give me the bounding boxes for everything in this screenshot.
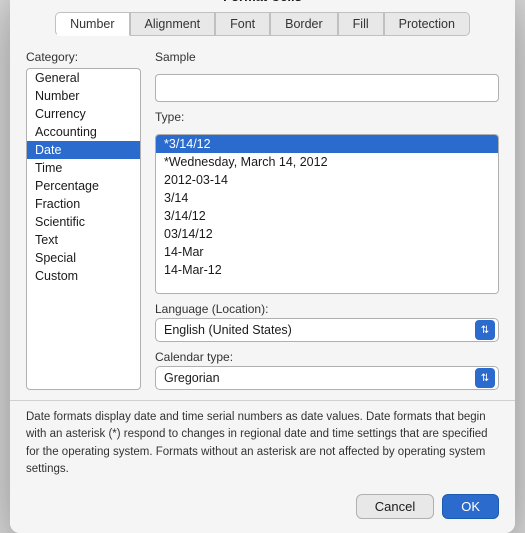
tab-font[interactable]: Font (215, 12, 270, 36)
language-group: Language (Location): English (United Sta… (155, 302, 499, 342)
tab-border[interactable]: Border (270, 12, 338, 36)
tab-protection[interactable]: Protection (384, 12, 470, 36)
button-row: Cancel OK (10, 486, 515, 533)
language-label: Language (Location): (155, 302, 499, 316)
ok-button[interactable]: OK (442, 494, 499, 519)
right-panel: Sample Type: *3/14/12 *Wednesday, March … (155, 50, 499, 390)
category-scientific[interactable]: Scientific (27, 213, 140, 231)
category-fraction[interactable]: Fraction (27, 195, 140, 213)
category-currency[interactable]: Currency (27, 105, 140, 123)
left-panel: Category: General Number Currency Accoun… (26, 50, 141, 390)
type-item-5[interactable]: 03/14/12 (156, 225, 498, 243)
tab-fill[interactable]: Fill (338, 12, 384, 36)
calendar-label: Calendar type: (155, 350, 499, 364)
type-list[interactable]: *3/14/12 *Wednesday, March 14, 2012 2012… (156, 135, 498, 294)
tab-alignment[interactable]: Alignment (130, 12, 216, 36)
main-content: Category: General Number Currency Accoun… (10, 36, 515, 400)
category-percentage[interactable]: Percentage (27, 177, 140, 195)
description-text: Date formats display date and time seria… (10, 400, 515, 486)
type-item-1[interactable]: *Wednesday, March 14, 2012 (156, 153, 498, 171)
category-special[interactable]: Special (27, 249, 140, 267)
type-item-0[interactable]: *3/14/12 (156, 135, 498, 153)
type-item-7[interactable]: 14-Mar-12 (156, 261, 498, 279)
sample-label: Sample (155, 50, 499, 64)
type-item-6[interactable]: 14-Mar (156, 243, 498, 261)
type-item-4[interactable]: 3/14/12 (156, 207, 498, 225)
cancel-button[interactable]: Cancel (356, 494, 434, 519)
tab-number[interactable]: Number (55, 12, 129, 36)
type-item-3[interactable]: 3/14 (156, 189, 498, 207)
type-item-2[interactable]: 2012-03-14 (156, 171, 498, 189)
category-time[interactable]: Time (27, 159, 140, 177)
language-select[interactable]: English (United States) (155, 318, 499, 342)
type-label: Type: (155, 110, 499, 124)
calendar-group: Calendar type: Gregorian ⇅ (155, 350, 499, 390)
category-label: Category: (26, 50, 141, 64)
format-cells-dialog: Format Cells Number Alignment Font Borde… (10, 0, 515, 533)
sample-box (155, 74, 499, 102)
calendar-select-wrapper: Gregorian ⇅ (155, 366, 499, 390)
type-list-container: *3/14/12 *Wednesday, March 14, 2012 2012… (155, 134, 499, 294)
category-text[interactable]: Text (27, 231, 140, 249)
category-number[interactable]: Number (27, 87, 140, 105)
calendar-select[interactable]: Gregorian (155, 366, 499, 390)
category-accounting[interactable]: Accounting (27, 123, 140, 141)
category-date[interactable]: Date (27, 141, 140, 159)
category-general[interactable]: General (27, 69, 140, 87)
tab-bar: Number Alignment Font Border Fill Protec… (10, 4, 515, 36)
language-select-wrapper: English (United States) ⇅ (155, 318, 499, 342)
category-list[interactable]: General Number Currency Accounting Date … (26, 68, 141, 390)
category-custom[interactable]: Custom (27, 267, 140, 285)
